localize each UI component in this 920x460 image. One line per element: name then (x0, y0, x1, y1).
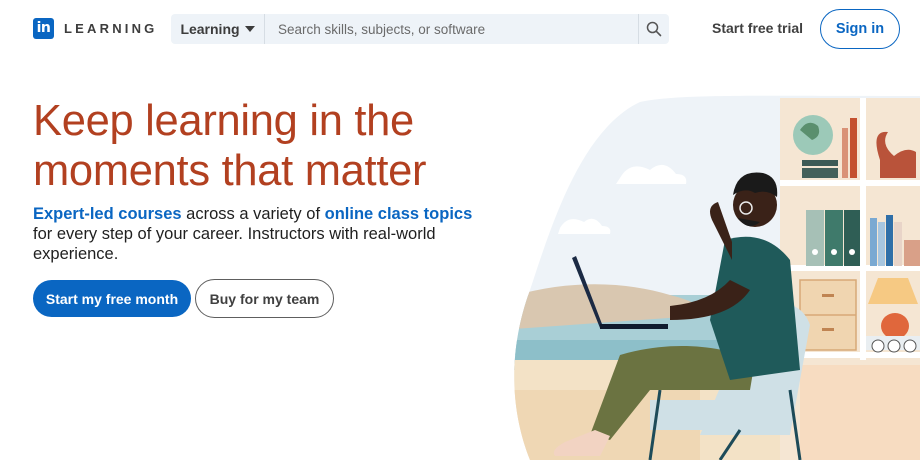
search-button[interactable] (638, 14, 669, 44)
search-icon (646, 21, 662, 37)
search-bar: Learning (171, 14, 669, 44)
search-category-label: Learning (180, 21, 240, 37)
caret-down-icon (244, 26, 255, 32)
hero-illustration (514, 95, 920, 460)
online-class-topics-link[interactable]: online class topics (325, 205, 473, 223)
top-nav: in LEARNING Learning Start free trial Si… (0, 0, 920, 58)
hero-headline-line1: Keep learning in the (33, 97, 414, 145)
start-free-month-button[interactable]: Start my free month (33, 280, 191, 317)
buy-for-team-button[interactable]: Buy for my team (195, 279, 334, 318)
search-category-dropdown[interactable]: Learning (171, 14, 265, 44)
linkedin-logo-icon: in (33, 18, 54, 39)
hero-headline-line2: moments that matter (33, 147, 427, 195)
hero-desc-rest: for every step of your career. Instructo… (33, 225, 436, 263)
hero-description: Expert-led courses across a variety of o… (33, 204, 493, 264)
expert-led-courses-link[interactable]: Expert-led courses (33, 205, 182, 223)
hero-headline: Keep learning in the moments that matter (33, 96, 503, 196)
start-free-trial-link[interactable]: Start free trial (712, 20, 803, 36)
sign-in-button[interactable]: Sign in (820, 9, 900, 49)
search-input[interactable] (265, 14, 638, 44)
linkedin-learning-logo[interactable]: in LEARNING (33, 18, 158, 39)
bookshelf (780, 98, 920, 460)
hero-desc-mid: across a variety of (181, 205, 325, 223)
logo-text: LEARNING (64, 21, 158, 36)
